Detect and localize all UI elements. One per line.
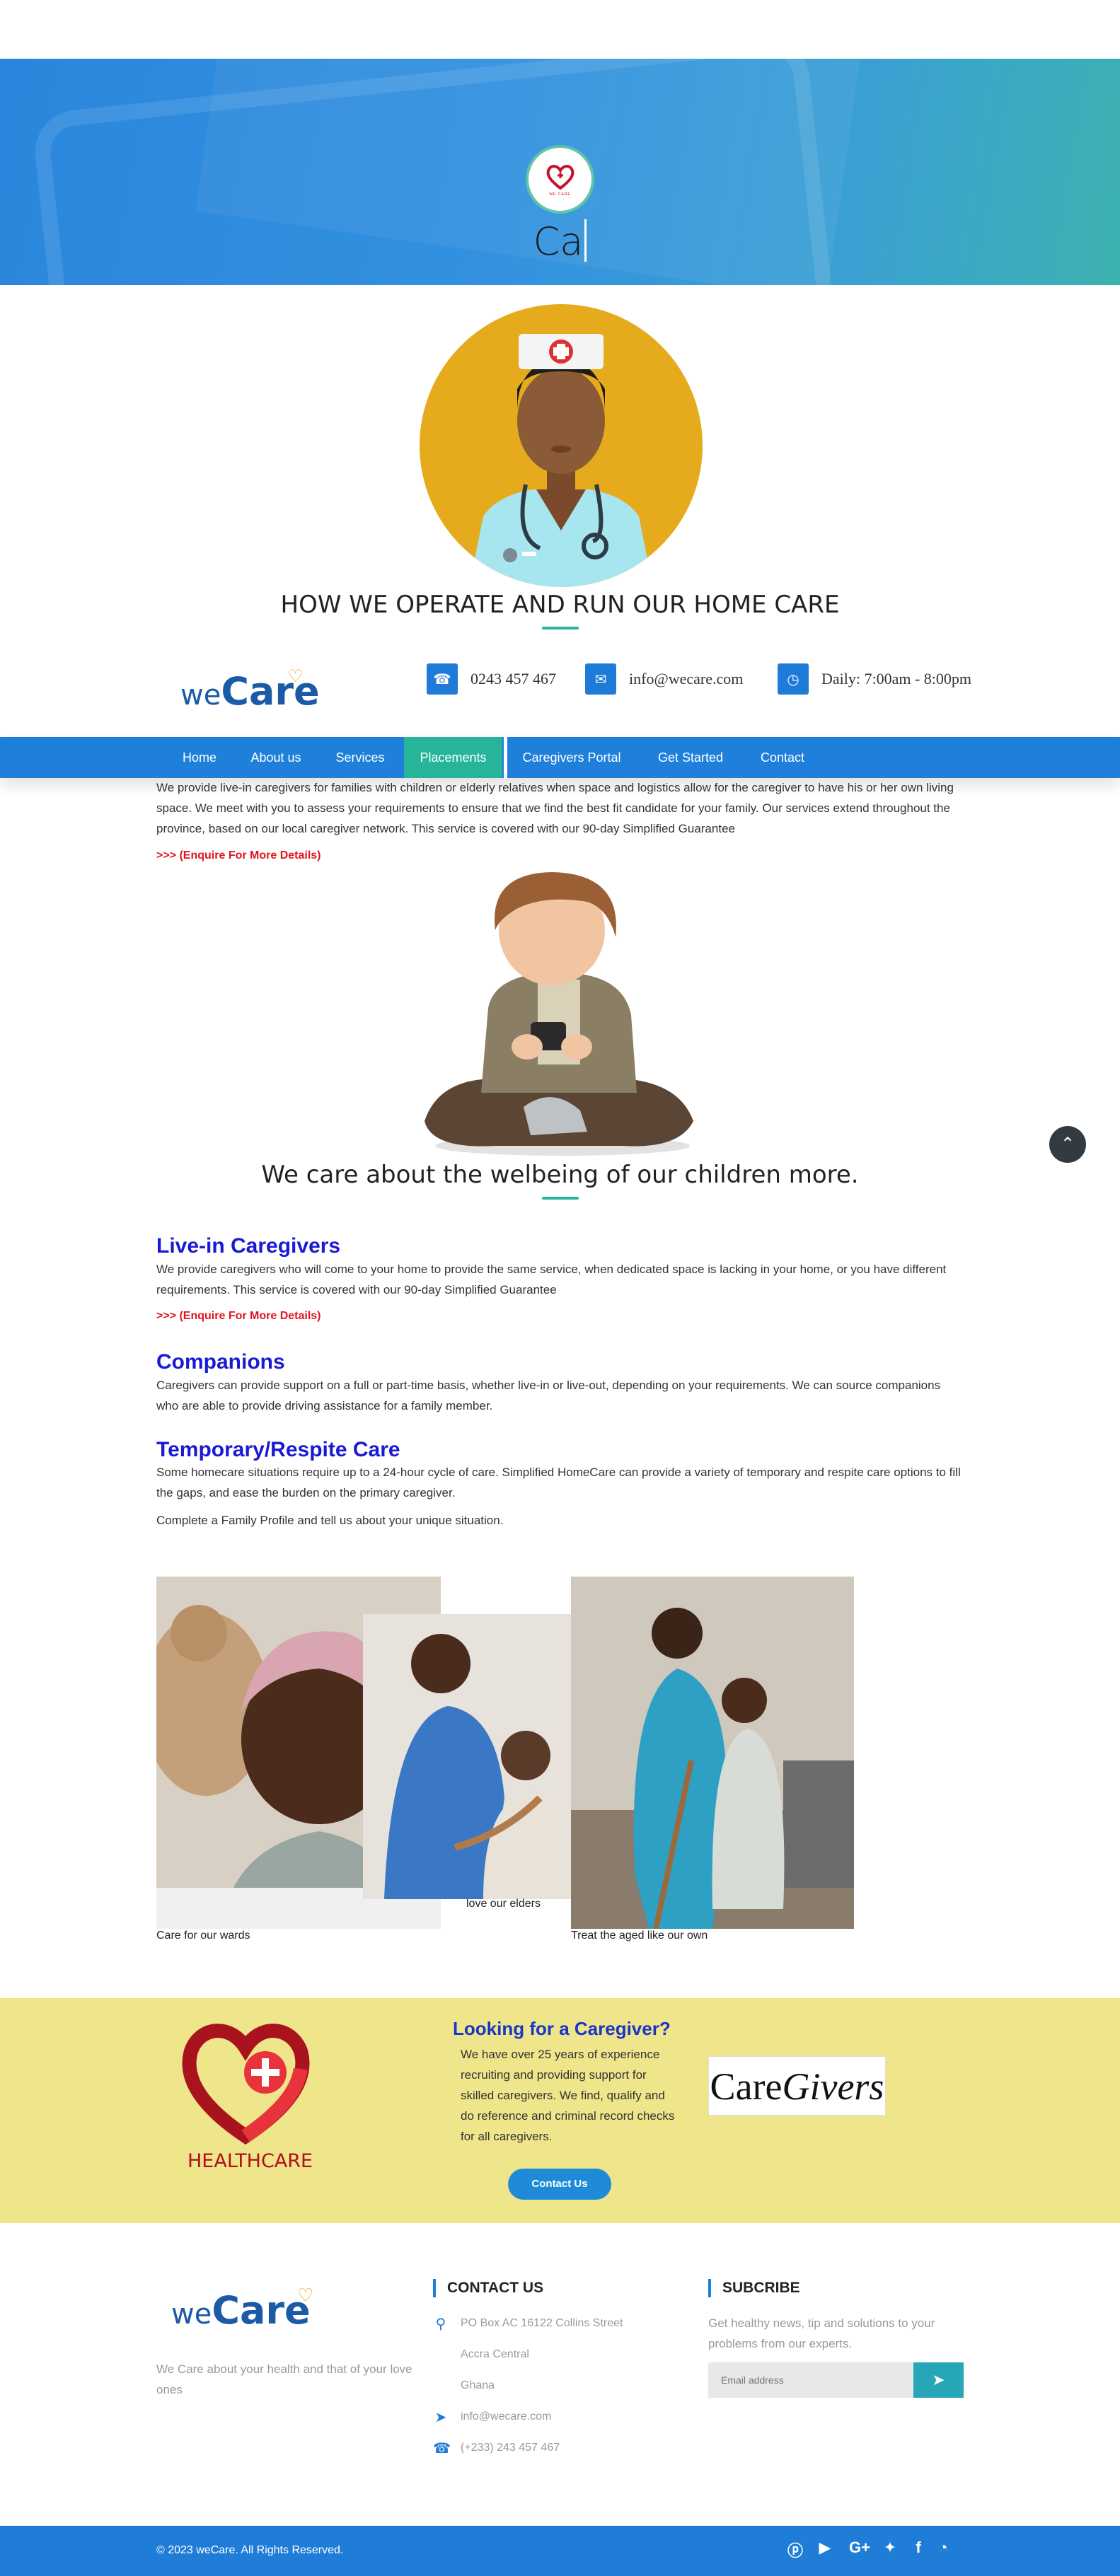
footer-email-link[interactable]: info@wecare.com [461,2410,551,2423]
footer-phone-link[interactable]: (+233) 243 457 467 [461,2442,560,2454]
caregivers-partner-logo[interactable]: CareGivers [708,2056,886,2116]
twitter-icon[interactable]: ✦ [879,2539,901,2557]
footer-contact-heading: CONTACT US [433,2279,543,2297]
respite-title: Temporary/Respite Care [156,1438,400,1461]
hero-typing-title: Ca [0,219,1120,264]
hero-logo-caption: WE CARE [549,192,571,197]
companions-title: Companions [156,1350,285,1374]
nav-services[interactable]: Services [325,737,396,778]
phone-icon: ☎ [433,2441,451,2456]
contact-us-button[interactable]: Contact Us [508,2169,611,2200]
partner-givers: Givers [782,2065,884,2108]
header-phone-text: 0243 457 467 [470,670,556,687]
nav-caregivers-portal[interactable]: Caregivers Portal [512,737,632,778]
map-pin-icon: ⚲ [435,2316,446,2332]
main-nav: Home About us Services Placements Caregi… [0,737,1120,778]
chevron-up-icon: ⌃ [1060,1135,1075,1154]
photo-aged-care [571,1577,854,1929]
footer-address-2: Accra Central [461,2348,529,2360]
footer-subscribe-heading: SUBCRIBE [708,2279,800,2297]
header-email-text: info@wecare.com [629,670,744,687]
footer-address-3: Ghana [461,2379,495,2391]
scroll-top-button[interactable]: ⌃ [1049,1126,1086,1163]
header-email[interactable]: ✉ info@wecare.com [585,663,743,695]
nav-about-us[interactable]: About us [240,737,312,778]
phone-icon: ☎ [427,663,458,695]
footer-brand-we: we [171,2298,212,2331]
subscribe-send-button[interactable]: ➤ [913,2362,964,2398]
gallery-caption-1: Care for our wards [156,1930,250,1942]
mail-icon: ✉ [585,663,616,695]
hero-typing-text: Ca [533,219,584,264]
enquire-link[interactable]: >>> (Enquire For More Details) [156,849,321,862]
partner-care: Care [710,2065,783,2108]
children-heading-underline [542,1197,579,1200]
subscribe-text: Get healthy news, tip and solutions to y… [708,2316,935,2350]
send-icon: ➤ [932,2371,945,2389]
google-plus-icon[interactable]: G+ [845,2539,874,2557]
heart-logo-icon [546,164,574,190]
hero-logo: WE CARE [526,145,594,214]
footer-about-text: We Care about your health and that of yo… [156,2362,412,2396]
nav-home[interactable]: Home [170,737,229,778]
footer-brand-hearts-icon: ♡ [297,2285,314,2307]
heading-underline [542,627,579,630]
header-hours-text: Daily: 7:00am - 8:00pm [821,670,972,687]
brand-logo[interactable]: weCare ♡ [180,666,320,714]
subscribe-email-input[interactable] [708,2362,913,2398]
footer-brand-logo[interactable]: weCare ♡ [171,2285,314,2333]
enquire-link-2[interactable]: >>> (Enquire For More Details) [156,1310,321,1323]
nurse-illustration [420,304,703,587]
cta-text: We have over 25 years of experience recr… [461,2048,675,2143]
family-profile-text: Complete a Family Profile and tell us ab… [156,1514,504,1527]
footer-address-1: PO Box AC 16122 Collins Street [461,2317,623,2329]
youtube-icon[interactable]: ▶ [814,2539,836,2557]
live-in-text: We provide caregivers who will come to y… [156,1263,947,1296]
children-heading: We care about the welbeing of our childr… [261,1161,859,1189]
pinterest-icon[interactable]: ⓟ [784,2539,807,2561]
respite-text: Some homecare situations require up to a… [156,1466,961,1499]
gallery-caption-2: love our elders [466,1898,541,1910]
nav-contact[interactable]: Contact [747,737,818,778]
copyright-text: © 2023 weCare. All Rights Reserved. [156,2544,344,2556]
footer-brand-care: Care [212,2288,311,2333]
brand-care: Care [221,669,320,714]
operate-heading: HOW WE OPERATE AND RUN OUR HOME CARE [280,591,840,619]
rss-icon[interactable]: ◔ [932,2539,954,2557]
nav-placements[interactable]: Placements [404,737,507,778]
child-illustration [425,872,693,1156]
typing-caret [584,219,587,262]
healthcare-label: HEALTHCARE [187,2150,313,2172]
placements-intro-text: We provide live-in caregivers for famili… [156,781,954,835]
photo-nurse-elder [363,1614,572,1899]
live-in-title: Live-in Caregivers [156,1234,341,1258]
cta-title: Looking for a Caregiver? [453,2018,671,2039]
healthcare-heart-logo [182,2024,310,2145]
facebook-icon[interactable]: f [907,2539,930,2557]
header-hours: ◷ Daily: 7:00am - 8:00pm [778,663,971,695]
nav-get-started[interactable]: Get Started [645,737,736,778]
header-phone[interactable]: ☎ 0243 457 467 [427,663,556,695]
send-paper-plane-icon: ➤ [434,2410,447,2425]
gallery-caption-3: Treat the aged like our own [571,1930,708,1942]
brand-we: we [180,679,221,712]
brand-hearts-icon: ♡ [288,666,304,686]
clock-icon: ◷ [778,663,809,695]
companions-text: Caregivers can provide support on a full… [156,1379,941,1412]
